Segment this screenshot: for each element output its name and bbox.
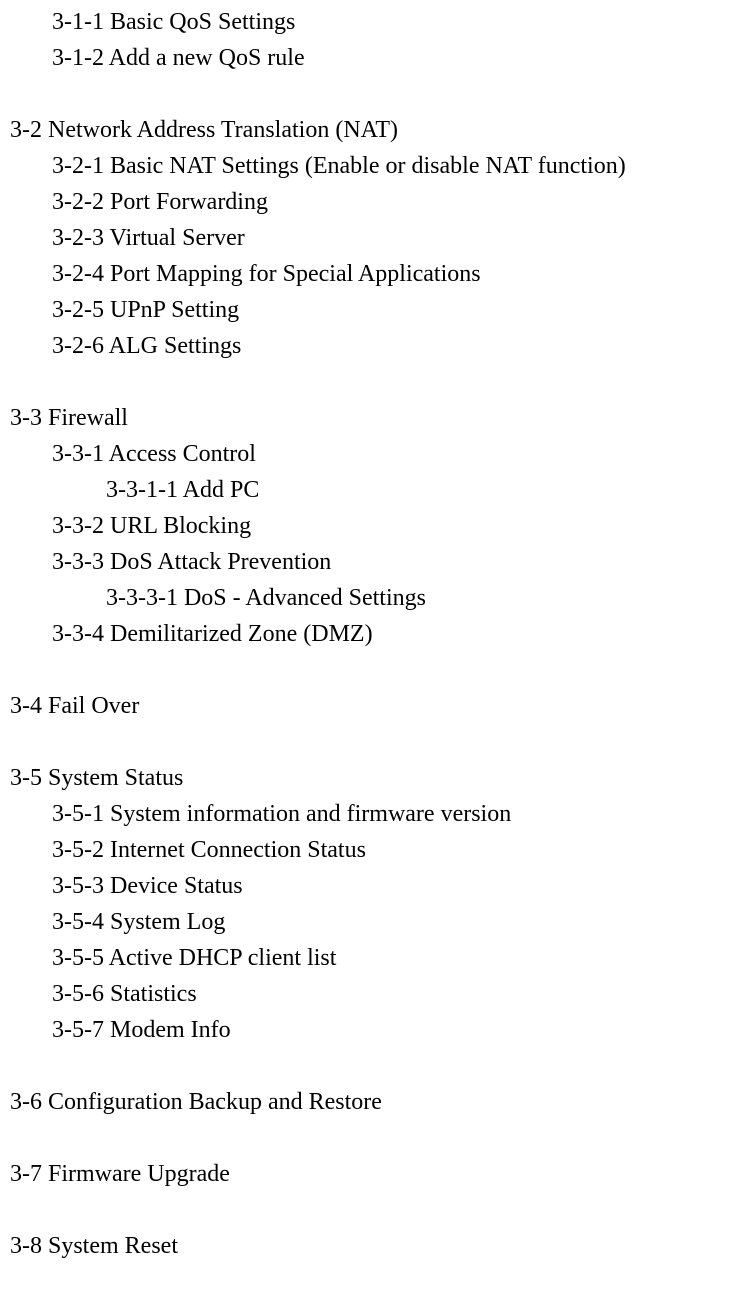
toc-entry-3-3-4: 3-3-4 Demilitarized Zone (DMZ) bbox=[0, 616, 745, 652]
toc-entry-3-3-3: 3-3-3 DoS Attack Prevention bbox=[0, 544, 745, 580]
blank-spacer bbox=[0, 1192, 745, 1228]
toc-entry-3-5-7: 3-5-7 Modem Info bbox=[0, 1012, 745, 1048]
toc-entry-3-5-2: 3-5-2 Internet Connection Status bbox=[0, 832, 745, 868]
blank-spacer bbox=[0, 364, 745, 400]
toc-entry-3-3: 3-3 Firewall bbox=[0, 400, 745, 436]
toc-entry-3-6: 3-6 Configuration Backup and Restore bbox=[0, 1084, 745, 1120]
toc-entry-3-3-1: 3-3-1 Access Control bbox=[0, 436, 745, 472]
toc-entry-3-2-5: 3-2-5 UPnP Setting bbox=[0, 292, 745, 328]
toc-entry-3-5-5: 3-5-5 Active DHCP client list bbox=[0, 940, 745, 976]
blank-spacer bbox=[0, 652, 745, 688]
toc-entry-3-5-4: 3-5-4 System Log bbox=[0, 904, 745, 940]
blank-spacer bbox=[0, 76, 745, 112]
toc-entry-3-5-6: 3-5-6 Statistics bbox=[0, 976, 745, 1012]
toc-entry-3-1-2: 3-1-2 Add a new QoS rule bbox=[0, 40, 745, 76]
toc-entry-3-3-3-1: 3-3-3-1 DoS - Advanced Settings bbox=[0, 580, 745, 616]
toc-entry-3-2-2: 3-2-2 Port Forwarding bbox=[0, 184, 745, 220]
toc-entry-3-7: 3-7 Firmware Upgrade bbox=[0, 1156, 745, 1192]
toc-entry-3-4: 3-4 Fail Over bbox=[0, 688, 745, 724]
toc-entry-3-8: 3-8 System Reset bbox=[0, 1228, 745, 1264]
blank-spacer bbox=[0, 1048, 745, 1084]
toc-entry-3-1-1: 3-1-1 Basic QoS Settings bbox=[0, 4, 745, 40]
toc-entry-3-2-4: 3-2-4 Port Mapping for Special Applicati… bbox=[0, 256, 745, 292]
toc-entry-3-2-1: 3-2-1 Basic NAT Settings (Enable or disa… bbox=[0, 148, 745, 184]
toc-entry-3-5-3: 3-5-3 Device Status bbox=[0, 868, 745, 904]
toc-entry-3-2-6: 3-2-6 ALG Settings bbox=[0, 328, 745, 364]
toc-entry-3-2: 3-2 Network Address Translation (NAT) bbox=[0, 112, 745, 148]
toc-entry-3-3-1-1: 3-3-1-1 Add PC bbox=[0, 472, 745, 508]
blank-spacer bbox=[0, 1120, 745, 1156]
toc-entry-3-5: 3-5 System Status bbox=[0, 760, 745, 796]
toc-entry-3-2-3: 3-2-3 Virtual Server bbox=[0, 220, 745, 256]
blank-spacer bbox=[0, 724, 745, 760]
toc-entry-3-5-1: 3-5-1 System information and firmware ve… bbox=[0, 796, 745, 832]
toc-entry-3-3-2: 3-3-2 URL Blocking bbox=[0, 508, 745, 544]
